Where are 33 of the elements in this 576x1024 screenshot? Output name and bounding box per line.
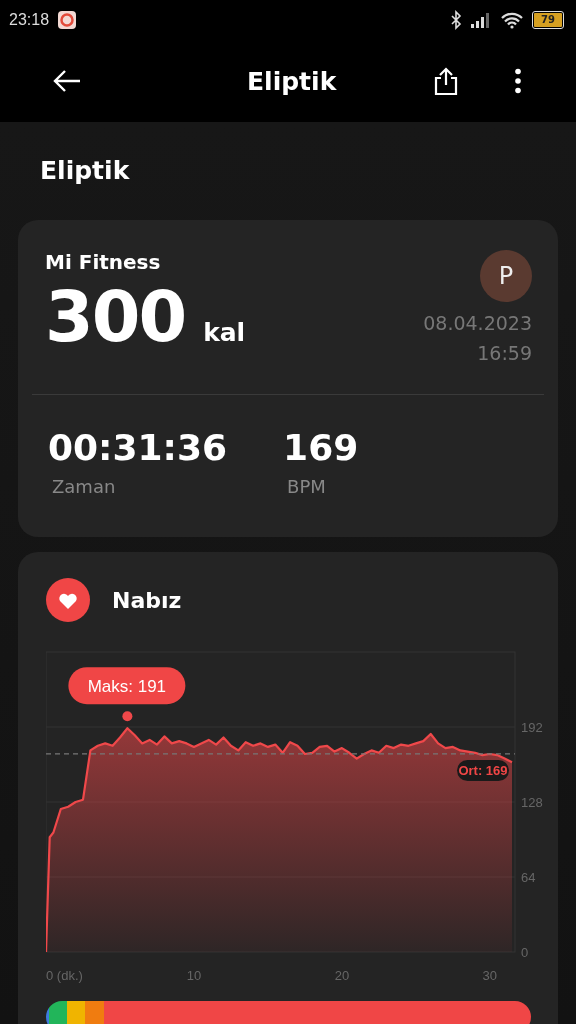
source-name: Mi Fitness: [45, 250, 162, 274]
max-point-marker: [122, 711, 133, 722]
workout-type: Eliptik: [39, 155, 131, 187]
avatar[interactable]: P: [480, 250, 532, 302]
battery-icon: 79: [532, 11, 564, 29]
calories-value: 300: [45, 276, 186, 358]
stat-value: 00:31:36: [48, 427, 228, 468]
axis-tick-label: 192: [521, 720, 543, 735]
axis-tick-label: 128: [521, 795, 543, 810]
axis-tick-label: 0: [521, 945, 529, 960]
share-icon[interactable]: [434, 67, 458, 95]
status-time: 23:18: [9, 11, 50, 29]
stat-value: 169: [283, 427, 359, 468]
wifi-icon: [500, 11, 524, 29]
more-icon[interactable]: [514, 68, 522, 94]
notification-icon: [57, 10, 78, 30]
bluetooth-icon: [450, 10, 462, 30]
stat-label: BPM: [286, 475, 327, 497]
axis-tick-label: 0 (dk.): [46, 968, 83, 983]
calories-unit: kal: [203, 318, 246, 347]
annotation: Maks: 191: [87, 676, 167, 696]
back-icon[interactable]: [52, 69, 82, 93]
workout-time: 16:59: [477, 341, 532, 366]
max-label: Maks: 191: [68, 667, 186, 705]
section-title: Nabız: [112, 587, 182, 613]
axis-tick-label: 10: [186, 968, 202, 983]
axis-tick-label: 64: [521, 870, 536, 885]
axis-tick-label: 20: [334, 968, 350, 983]
signal-icon: [470, 11, 492, 29]
stat-label: Zaman: [51, 475, 117, 497]
workout-date: 08.04.2023: [423, 311, 532, 336]
screen-title: Eliptik: [246, 66, 338, 96]
axis-tick-label: 30: [482, 968, 498, 983]
